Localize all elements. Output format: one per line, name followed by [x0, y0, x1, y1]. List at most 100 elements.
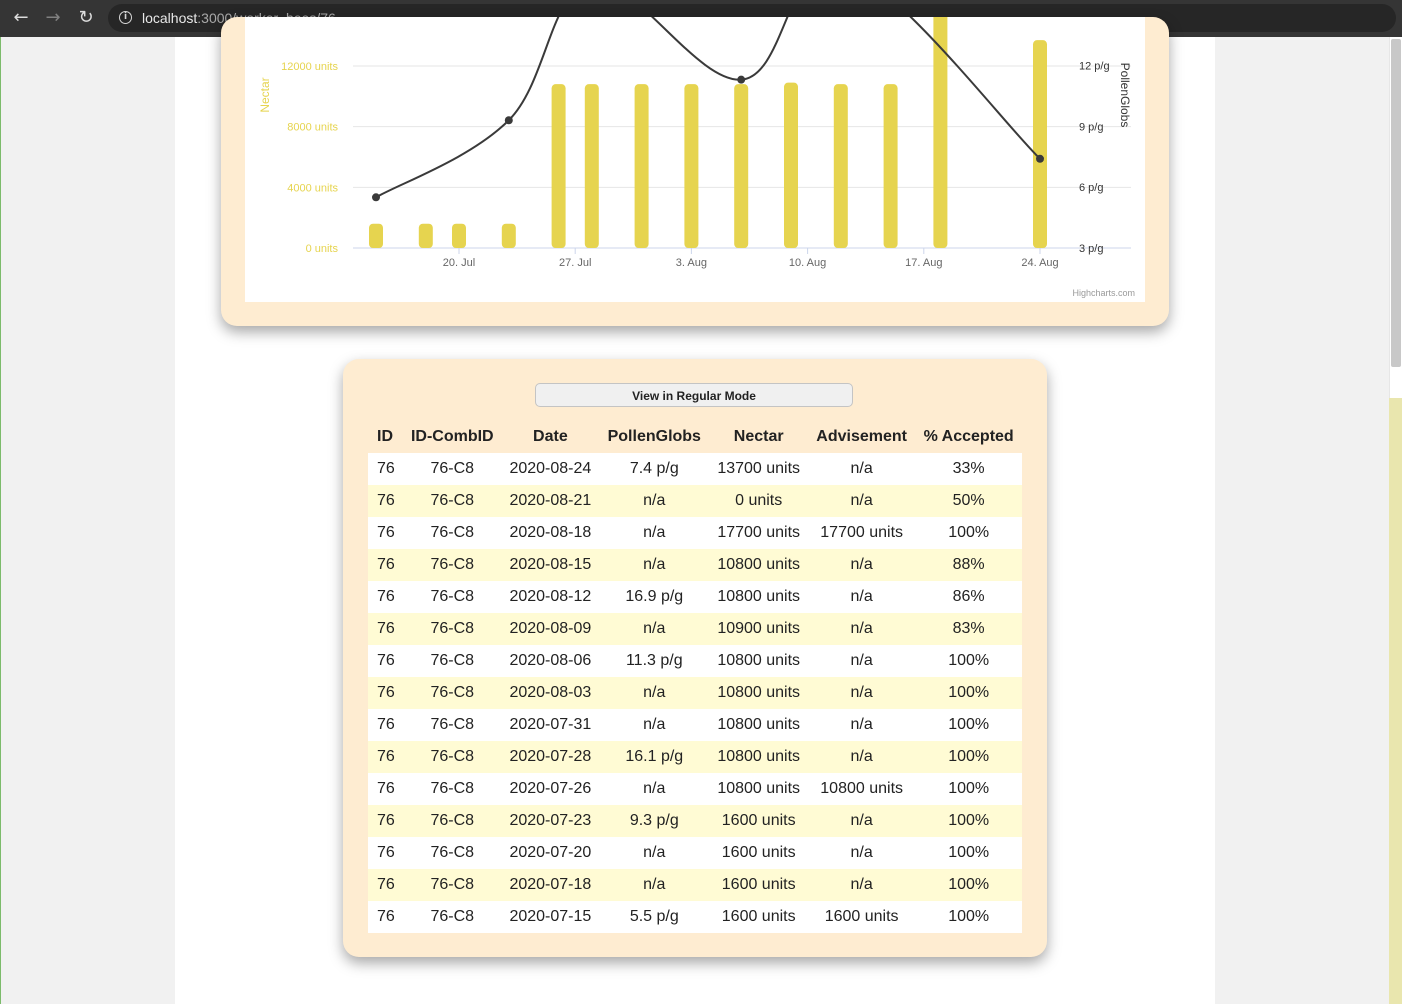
- pollenglobs-point: [1036, 154, 1044, 163]
- table-cell: 17700 units: [717, 524, 801, 541]
- y-left-tick-label: 12000 units: [281, 61, 338, 73]
- table-cell: 2020-08-03: [509, 684, 592, 701]
- nectar-bar: [784, 82, 798, 248]
- table-cell: 2020-07-20: [509, 844, 592, 861]
- table-row: 76 76-C8 2020-07-31 n/a 10800 units n/a 100%: [368, 709, 1022, 741]
- table-cell: 76-C8: [430, 780, 475, 797]
- table-cell: 76-C8: [430, 588, 475, 605]
- table-cell: 10800 units: [717, 748, 801, 765]
- highcharts-credits: Highcharts.com: [1072, 288, 1135, 298]
- table-cell: 10800 units: [717, 556, 801, 573]
- table-cell: n/a: [643, 844, 666, 861]
- table-cell: 16.1 p/g: [625, 748, 684, 765]
- x-tick-label: 24. Aug: [1021, 257, 1058, 269]
- table-row: 76 76-C8 2020-08-12 16.9 p/g 10800 units n/a 8…: [368, 581, 1022, 613]
- table-cell: n/a: [643, 492, 666, 509]
- nectar-bar: [418, 223, 433, 248]
- nectar-bar: [551, 84, 566, 248]
- arrow-left-icon[interactable]: ←: [9, 6, 33, 30]
- scrollbar-thumb[interactable]: [1391, 39, 1401, 367]
- table-cell: n/a: [850, 748, 873, 765]
- table-cell: 100%: [948, 652, 990, 669]
- pollenglobs-point: [737, 75, 746, 84]
- table-row: 76 76-C8 2020-08-21 n/a 0 units n/a 50%: [368, 485, 1022, 517]
- nectar-bar: [501, 223, 516, 248]
- table-row: 76 76-C8 2020-08-03 n/a 10800 units n/a 100%: [368, 677, 1022, 709]
- table-cell: 2020-07-15: [509, 908, 592, 925]
- nectar-bar: [883, 84, 898, 248]
- column-header: ID-CombID: [410, 428, 494, 445]
- x-tick-label: 20. Jul: [443, 257, 475, 269]
- y-left-tick-label: 8000 units: [287, 122, 338, 134]
- page-viewport: 0 units 4000 units 8000 units 12000 units 3 …: [0, 17, 1402, 1004]
- chart-card: 0 units 4000 units 8000 units 12000 units 3 …: [221, 17, 1169, 326]
- table-cell: 10800 units: [717, 684, 801, 701]
- table-cell: 2020-08-15: [509, 556, 592, 573]
- arrow-right-icon[interactable]: →: [41, 6, 65, 30]
- table-row: 76 76-C8 2020-08-24 7.4 p/g 13700 units n/a 33…: [368, 453, 1022, 485]
- table-cell: 76-C8: [430, 620, 475, 637]
- table-cell: 1600 units: [721, 876, 796, 893]
- table-cell: 2020-07-31: [509, 716, 592, 733]
- column-header: Date: [533, 428, 568, 445]
- column-header: Advisement: [816, 428, 907, 445]
- worker-bee-table: ID ID-CombID Date PollenGlobs Nectar Adviseme…: [368, 421, 1022, 933]
- table-row: 76 76-C8 2020-07-28 16.1 p/g 10800 units n/a 1…: [368, 741, 1022, 773]
- y-left-axis-title: Nectar: [258, 77, 272, 112]
- table-row: 76 76-C8 2020-08-06 11.3 p/g 10800 units n/a 1…: [368, 645, 1022, 677]
- table-cell: 10800 units: [717, 588, 801, 605]
- table-cell: 100%: [948, 780, 990, 797]
- table-cell: n/a: [643, 620, 666, 637]
- table-cell: 2020-08-09: [509, 620, 592, 637]
- table-cell: 2020-07-23: [509, 812, 592, 829]
- table-cell: 100%: [948, 844, 990, 861]
- y-right-tick-label: 12 p/g: [1079, 60, 1110, 72]
- table-cell: n/a: [643, 524, 666, 541]
- table-cell: 76: [377, 780, 395, 797]
- table-cell: 76-C8: [430, 652, 475, 669]
- table-cell: 76: [377, 652, 395, 669]
- table-cell: n/a: [850, 588, 873, 605]
- table-cell: 76: [377, 876, 395, 893]
- x-tick-label: 27. Jul: [559, 257, 591, 269]
- table-cell: 76: [377, 844, 395, 861]
- info-icon[interactable]: i: [119, 11, 132, 24]
- table-cell: 76-C8: [430, 556, 475, 573]
- table-cell: n/a: [850, 652, 873, 669]
- table-cell: 76-C8: [430, 812, 475, 829]
- table-cell: 2020-08-06: [509, 652, 592, 669]
- table-row: 76 76-C8 2020-07-15 5.5 p/g 1600 units 1600 u…: [368, 901, 1022, 933]
- url-host: localhost: [142, 10, 198, 26]
- table-cell: 2020-08-21: [509, 492, 592, 509]
- table-cell: 2020-07-28: [509, 748, 592, 765]
- view-regular-mode-button[interactable]: View in Regular Mode: [535, 383, 853, 407]
- table-cell: 76-C8: [430, 492, 475, 509]
- nectar-pollen-chart: 0 units 4000 units 8000 units 12000 units 3 …: [258, 17, 1135, 298]
- y-right-tick-label: 9 p/g: [1079, 121, 1103, 133]
- table-cell: 76: [377, 748, 395, 765]
- table-cell: 76: [377, 716, 395, 733]
- table-cell: 7.4 p/g: [629, 460, 679, 477]
- x-tick-label: 10. Aug: [789, 257, 826, 269]
- table-cell: 76-C8: [430, 876, 475, 893]
- reload-icon[interactable]: ↻: [74, 6, 98, 30]
- table-cell: n/a: [643, 716, 666, 733]
- table-cell: 86%: [952, 588, 985, 605]
- table-cell: 76: [377, 588, 395, 605]
- table-cell: n/a: [643, 556, 666, 573]
- table-cell: 2020-08-24: [509, 460, 592, 477]
- nectar-bar: [1033, 40, 1047, 249]
- x-tick-label: 17. Aug: [905, 257, 942, 269]
- table-cell: n/a: [850, 812, 873, 829]
- table-cell: 100%: [948, 876, 990, 893]
- table-cell: 5.5 p/g: [629, 908, 679, 925]
- table-cell: 76: [377, 812, 395, 829]
- table-cell: 76-C8: [430, 460, 475, 477]
- table-cell: 88%: [952, 556, 985, 573]
- table-cell: 1600 units: [824, 908, 899, 925]
- table-cell: n/a: [850, 716, 873, 733]
- table-row: 76 76-C8 2020-07-18 n/a 1600 units n/a 100%: [368, 869, 1022, 901]
- table-row: 76 76-C8 2020-08-15 n/a 10800 units n/a 88%: [368, 549, 1022, 581]
- y-left-tick-label: 0 units: [306, 243, 339, 255]
- table-cell: n/a: [850, 876, 873, 893]
